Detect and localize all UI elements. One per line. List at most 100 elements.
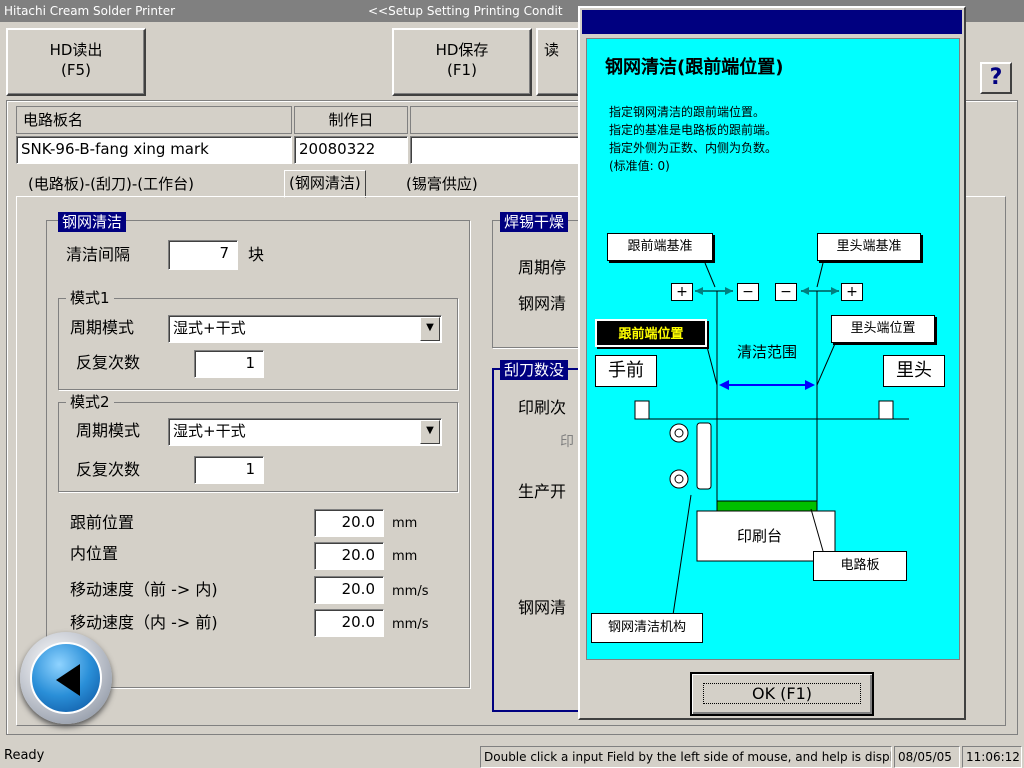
front-minus-box: −: [737, 283, 759, 301]
board-name-header: 电路板名: [16, 106, 292, 134]
back-minus-box: −: [775, 283, 797, 301]
mode2-repeat-field[interactable]: 1: [194, 456, 264, 484]
mode2-repeat-label: 反复次数: [76, 460, 141, 479]
inner-position-field[interactable]: 20.0: [314, 542, 384, 570]
interval-label: 清洁间隔: [66, 245, 131, 264]
mechanism-pointer: [672, 494, 692, 616]
interval-field[interactable]: 7: [168, 240, 238, 270]
solder-dry-group: [492, 220, 592, 348]
mode1-cycle-value: 湿式+干式: [173, 319, 246, 337]
back-reference-label: 里头端基准: [817, 233, 921, 261]
hd-load-key: (F5): [61, 61, 91, 79]
back-plus-box: +: [841, 283, 863, 301]
solder-dry-title: 焊锡干燥: [500, 212, 569, 232]
mode1-cycle-label: 周期模式: [70, 318, 135, 337]
dialog-title-bar: [582, 10, 962, 34]
speed-back-unit: mm/s: [392, 617, 429, 632]
board-extra-field[interactable]: [410, 136, 580, 164]
mode2-cycle-label: 周期模式: [76, 421, 141, 440]
read-button[interactable]: 读: [536, 28, 580, 96]
back-ref-arrowhead-left: [801, 287, 809, 295]
speed-back-field[interactable]: 20.0: [314, 609, 384, 637]
board-name-field[interactable]: SNK-96-B-fang xing mark: [16, 136, 292, 164]
inner-position-unit: mm: [392, 549, 418, 564]
back-button[interactable]: [20, 632, 112, 724]
clean-range-label: 清洁范围: [737, 343, 798, 361]
status-time: 11:06:12: [962, 746, 1022, 768]
chevron-down-icon[interactable]: ▼: [420, 420, 440, 444]
board-extra-header: [410, 106, 580, 134]
tab-solder-supply[interactable]: (锡膏供应): [402, 172, 482, 196]
stencil-clean-label: 钢网清: [518, 294, 567, 313]
cleaning-group-title: 钢网清洁: [58, 212, 127, 232]
cycle-stop-label: 周期停: [518, 258, 567, 277]
hd-save-button[interactable]: HD保存 (F1): [392, 28, 532, 96]
mode1-repeat-field[interactable]: 1: [194, 350, 264, 378]
hd-load-label: HD读出: [49, 41, 103, 59]
status-bar: Ready Double click a input Field by the …: [0, 744, 1024, 768]
tab-board-blade-table[interactable]: (电路板)-(刮刀)-(工作台): [24, 172, 198, 196]
status-ready: Ready: [4, 748, 45, 763]
ok-button[interactable]: OK (F1): [690, 672, 874, 716]
help-button[interactable]: ?: [980, 62, 1012, 94]
stencil-left-clamp: [634, 400, 650, 420]
back-pos-pointer: [816, 338, 838, 386]
hd-save-key: (F1): [447, 61, 477, 79]
board-date-header: 制作日: [294, 106, 408, 134]
chevron-down-icon[interactable]: ▼: [420, 317, 440, 341]
status-hint: Double click a input Field by the left s…: [480, 746, 892, 768]
speed-forward-unit: mm/s: [392, 584, 429, 599]
production-start-label: 生产开: [518, 482, 567, 501]
hd-load-button[interactable]: HD读出 (F5): [6, 28, 146, 96]
ok-button-label: OK (F1): [702, 683, 862, 704]
front-position-field[interactable]: 20.0: [314, 509, 384, 537]
dialog-content: 钢网清洁(跟前端位置) 指定钢网清洁的跟前端位置。 指定的基准是电路板的跟前端。…: [586, 38, 960, 660]
circuit-board-label: 电路板: [813, 551, 907, 581]
mode2-title: 模式2: [66, 392, 114, 412]
front-ref-pointer: [704, 262, 716, 288]
lower-roller: [669, 469, 689, 489]
circuit-board-shape: [716, 500, 818, 512]
speed-forward-label: 移动速度（前 -> 内): [70, 580, 218, 599]
front-position-unit: mm: [392, 516, 418, 531]
upper-roller: [669, 423, 689, 443]
front-ref-arrowhead-left: [695, 287, 703, 295]
front-position-label: 跟前位置: [70, 513, 135, 532]
mode1-cycle-select[interactable]: 湿式+干式 ▼: [168, 315, 442, 343]
stencil-clean-label-2: 钢网清: [518, 598, 567, 617]
back-button-face: [30, 642, 102, 714]
window-title: Hitachi Cream Solder Printer: [4, 4, 176, 18]
blade-group-title: 刮刀数没: [500, 360, 569, 380]
interval-unit: 块: [248, 245, 265, 264]
front-side-label: 手前: [595, 355, 657, 387]
speed-back-label: 移动速度（内 -> 前): [70, 613, 218, 632]
help-dialog: 钢网清洁(跟前端位置) 指定钢网清洁的跟前端位置。 指定的基准是电路板的跟前端。…: [578, 6, 966, 720]
read-button-label: 读: [544, 41, 560, 59]
back-position-label: 里头端位置: [831, 315, 935, 343]
question-icon: ?: [989, 65, 1003, 90]
tab-stencil-cleaning[interactable]: (钢网清洁): [284, 170, 366, 198]
back-ref-arrowhead-right: [831, 287, 839, 295]
mode2-cycle-value: 湿式+干式: [173, 422, 246, 440]
status-date: 08/05/05: [894, 746, 960, 768]
speed-forward-field[interactable]: 20.0: [314, 576, 384, 604]
front-ref-arrowhead-right: [725, 287, 733, 295]
clean-range-arrowhead-right: [805, 380, 815, 390]
board-date-field[interactable]: 20080322: [294, 136, 408, 164]
mode1-title: 模式1: [66, 288, 114, 308]
window-subtitle: <<Setup Setting Printing Condit: [368, 4, 563, 18]
front-plus-box: +: [671, 283, 693, 301]
left-arrow-icon: [56, 664, 80, 696]
hd-save-label: HD保存: [435, 41, 489, 59]
wiper-block: [696, 422, 712, 490]
cleaning-mechanism-label: 钢网清洁机构: [591, 613, 703, 643]
mode1-repeat-label: 反复次数: [76, 353, 141, 372]
front-position-callout: 跟前端位置: [595, 319, 707, 347]
print-count-label: 印刷次: [518, 398, 567, 417]
stencil-right-clamp: [878, 400, 894, 420]
back-ref-pointer: [816, 262, 824, 288]
inner-position-label: 内位置: [70, 544, 119, 563]
mode2-cycle-select[interactable]: 湿式+干式 ▼: [168, 418, 442, 446]
clean-range-arrowhead-left: [719, 380, 729, 390]
print-table-label: 印刷台: [737, 527, 783, 545]
